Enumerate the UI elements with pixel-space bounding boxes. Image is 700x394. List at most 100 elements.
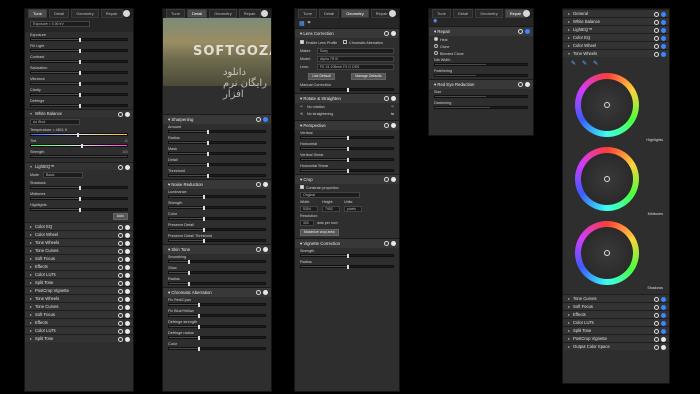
tab-detail[interactable]: Detail	[186, 9, 208, 18]
reset-icon[interactable]	[654, 336, 659, 342]
section-color-luts[interactable]: ▸ Color LUTs	[25, 326, 133, 334]
reset-icon[interactable]	[654, 51, 659, 57]
reset-icon[interactable]	[654, 320, 659, 326]
manual-correction-slider[interactable]	[300, 88, 394, 92]
size-slider[interactable]	[434, 95, 528, 98]
contrast-row[interactable]: Contrast	[25, 54, 133, 65]
horizontal-row[interactable]: Horizontal	[295, 141, 399, 152]
toggle-icon[interactable]	[263, 116, 268, 122]
section-tone-wheels[interactable]: ▸ Tone Wheels	[25, 294, 133, 302]
tab-geometry[interactable]: Geometry	[475, 9, 503, 18]
toggle-icon[interactable]	[125, 336, 130, 342]
toggle-icon[interactable]	[125, 111, 130, 117]
reset-icon[interactable]	[384, 30, 389, 36]
radius-slider[interactable]	[168, 282, 266, 286]
reset-icon[interactable]	[118, 248, 123, 254]
clone-radio[interactable]: Clone	[429, 43, 533, 50]
defringe-radius-slider[interactable]	[168, 336, 266, 340]
horizontal-slider[interactable]	[300, 147, 394, 151]
eyedropper-icon[interactable]: ✎	[593, 60, 598, 67]
preserve-detail-row[interactable]: Preserve Detail	[163, 222, 271, 233]
strength-row[interactable]: Strength	[163, 200, 271, 211]
eye-icon[interactable]: ◉	[433, 18, 437, 24]
reset-icon[interactable]	[118, 288, 123, 294]
tab-tune[interactable]: Tune	[28, 9, 47, 18]
section-tone-curves[interactable]: ▸ Tone Curves	[25, 246, 133, 254]
amount-row[interactable]: Amount	[163, 124, 271, 135]
highlights-wheel[interactable]: Highlights	[563, 70, 669, 144]
reset-icon[interactable]	[118, 280, 123, 286]
radius-row[interactable]: Radius	[163, 135, 271, 146]
reset-icon[interactable]	[256, 116, 261, 122]
toggle-icon[interactable]	[125, 280, 130, 286]
radius-slider[interactable]	[168, 141, 266, 145]
toggle-icon[interactable]	[661, 312, 666, 318]
auto-button[interactable]: Auto	[112, 213, 128, 220]
tab-repair[interactable]: Repair	[100, 9, 123, 18]
section-color-eq[interactable]: ▸ Color EQ	[25, 222, 133, 230]
exposure-row[interactable]: Exposure	[25, 32, 133, 43]
highlights-slider[interactable]	[30, 208, 128, 212]
tint-slider[interactable]	[30, 144, 128, 148]
feathering-slider[interactable]	[434, 74, 528, 77]
vibrance-row[interactable]: Vibrance	[25, 76, 133, 87]
shadows-slider[interactable]	[30, 186, 128, 190]
detail-preview-image[interactable]: SOFTGOZAR.COM دانلود رایگان نرم افزار	[163, 18, 271, 100]
gear-icon[interactable]	[523, 10, 530, 17]
midtones-row[interactable]: Midtones	[25, 191, 133, 202]
toggle-icon[interactable]	[125, 296, 130, 302]
section-output-color-space[interactable]: ▸ Output Color Space	[563, 342, 669, 350]
preserve-detail-threshold-slider[interactable]	[168, 239, 266, 243]
section-color-luts[interactable]: ▸ Color LUTs	[563, 318, 669, 326]
section-skin-tone[interactable]: ▾ Skin Tone	[163, 244, 271, 254]
reset-icon[interactable]	[118, 304, 123, 310]
strength-row[interactable]: Strength	[295, 248, 399, 259]
lens-select[interactable]: FE 24-105mm F4 G OSS	[317, 64, 394, 70]
radius-row[interactable]: Radius	[295, 259, 399, 270]
threshold-slider[interactable]	[168, 174, 266, 178]
toggle-icon[interactable]	[525, 28, 530, 34]
section-soft-focus[interactable]: ▸ Soft Focus	[563, 302, 669, 310]
gear-icon[interactable]	[261, 10, 268, 17]
constrain-proportion-checkbox[interactable]: Constrain proportion	[295, 184, 399, 191]
section-tone-wheels[interactable]: ▸ Tone Wheels	[25, 238, 133, 246]
mask-row[interactable]: Mask	[163, 146, 271, 157]
section-repair[interactable]: ▾ Repair	[429, 26, 533, 36]
section-general[interactable]: ▸ General	[563, 9, 669, 17]
toggle-icon[interactable]	[661, 11, 666, 17]
toggle-icon[interactable]	[661, 304, 666, 310]
toggle-icon[interactable]	[661, 320, 666, 326]
reset-icon[interactable]	[654, 27, 659, 33]
gear-icon[interactable]	[123, 10, 130, 17]
fix-red-cyan-slider[interactable]	[168, 303, 266, 307]
manage-defaults-button[interactable]: Manage Defaults	[351, 73, 386, 80]
luminance-row[interactable]: Luminance	[163, 189, 271, 200]
reset-icon[interactable]	[118, 240, 123, 246]
crop-width-input[interactable]: 5304	[300, 206, 318, 212]
defringe-row[interactable]: Defringe	[25, 98, 133, 109]
section-color-luts[interactable]: ▸ Color LUTs	[25, 270, 133, 278]
section-effects[interactable]: ▸ Effects	[25, 262, 133, 270]
lens-maker-select[interactable]: Sony	[317, 48, 394, 54]
toggle-icon[interactable]	[125, 224, 130, 230]
section-chromatic-aberration[interactable]: ▾ Chromatic Aberration	[163, 287, 271, 297]
toggle-icon[interactable]	[661, 344, 666, 350]
toggle-icon[interactable]	[263, 246, 268, 252]
reset-icon[interactable]	[118, 111, 123, 117]
exposure-slider[interactable]	[30, 38, 128, 42]
section-postcrop-vignette[interactable]: ▸ PostCrop Vignette	[563, 334, 669, 342]
color-row[interactable]: Color	[163, 341, 271, 352]
section-color-eq[interactable]: ▸ Color EQ	[563, 33, 669, 41]
reset-icon[interactable]	[118, 256, 123, 262]
tab-geometry[interactable]: Geometry	[71, 9, 99, 18]
reset-icon[interactable]	[654, 312, 659, 318]
saturation-slider[interactable]	[30, 71, 128, 75]
fill-light-slider[interactable]	[30, 49, 128, 53]
nib-width-row[interactable]: Nib Width	[429, 57, 533, 68]
section-split-tone[interactable]: ▸ Split Tone	[563, 326, 669, 334]
toggle-icon[interactable]	[125, 248, 130, 254]
toggle-icon[interactable]	[263, 289, 268, 295]
clarity-row[interactable]: Clarity	[25, 87, 133, 98]
section-tone-wheels[interactable]: ▾ Tone Wheels	[563, 49, 669, 57]
midtones-wheel[interactable]: Midtones	[563, 144, 669, 218]
